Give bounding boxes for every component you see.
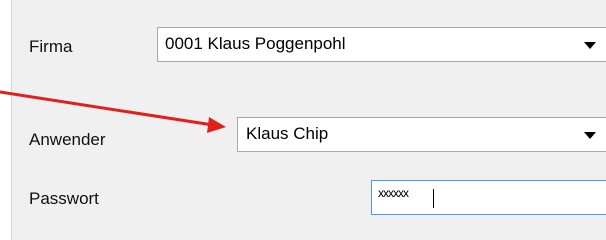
annotation-arrow-line bbox=[0, 90, 214, 127]
annotation-arrow bbox=[0, 90, 226, 133]
annotation-arrow-head bbox=[207, 117, 226, 133]
